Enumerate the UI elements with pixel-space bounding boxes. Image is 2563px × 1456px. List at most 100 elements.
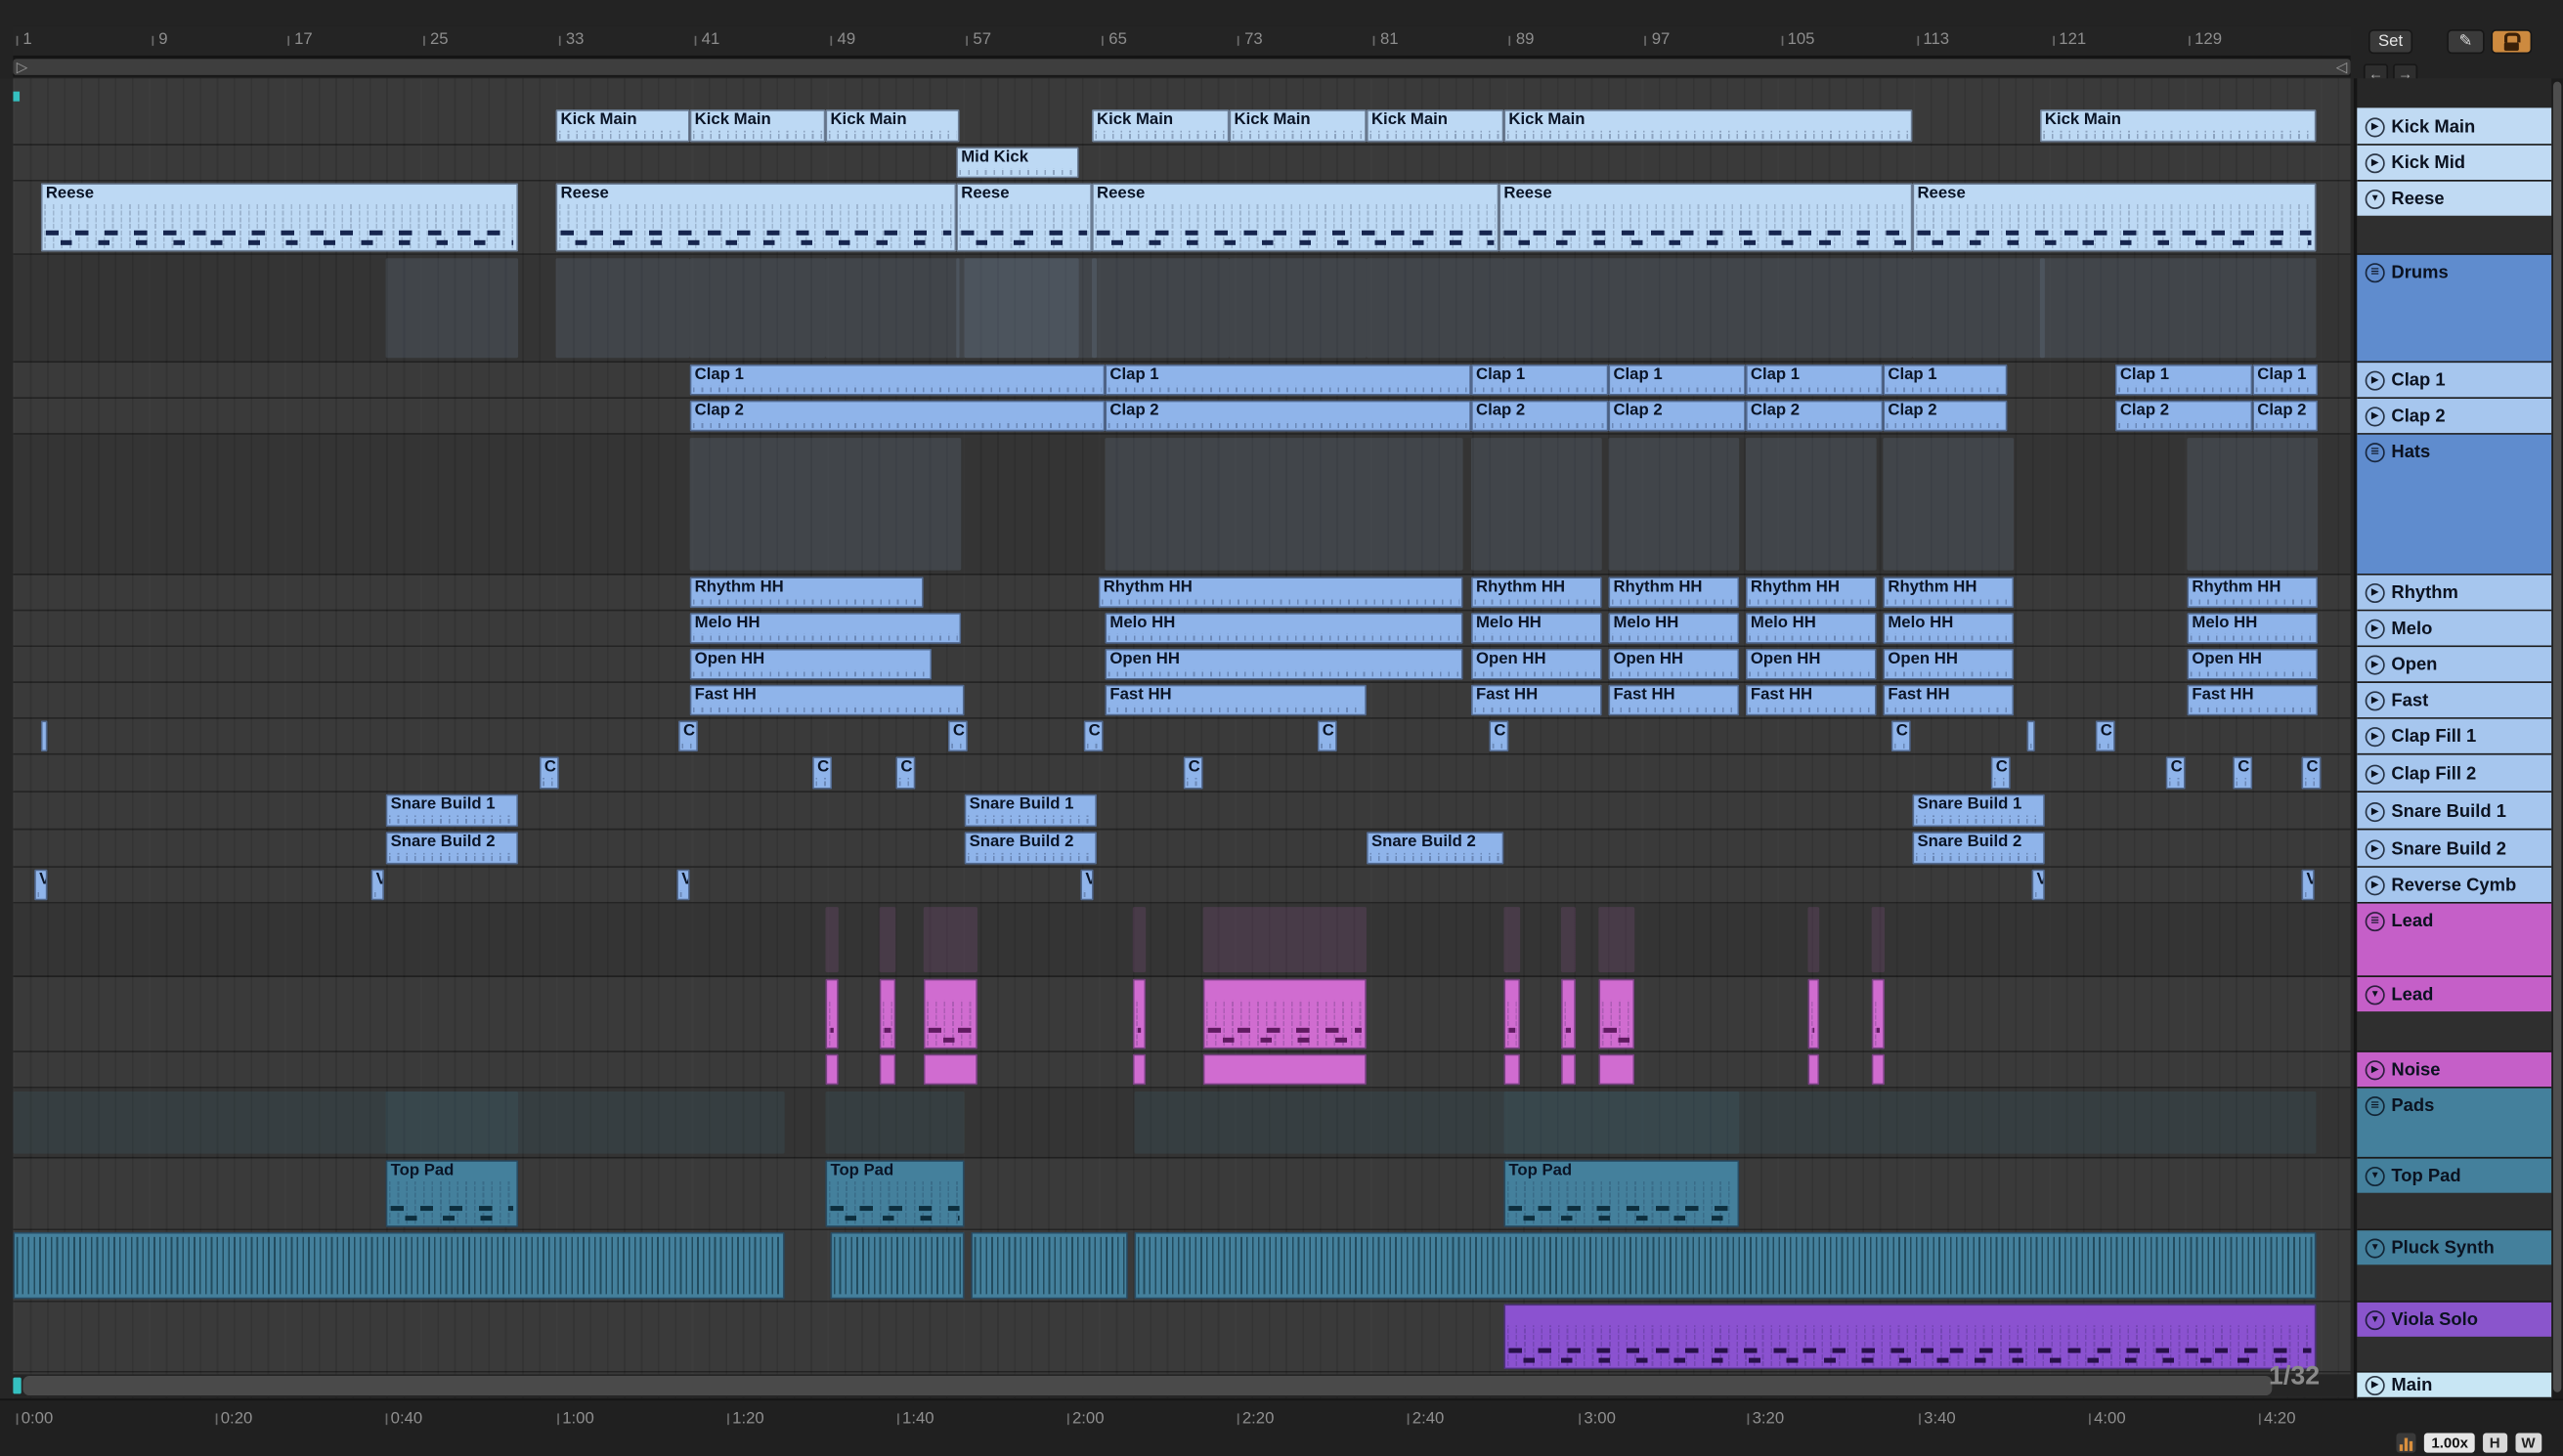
- clip-clap-fill-2[interactable]: C: [1183, 756, 1203, 790]
- clip-fast[interactable]: Fast HH: [1105, 684, 1367, 716]
- fit-width-button[interactable]: W: [2514, 1433, 2542, 1453]
- clip-snare-build-2[interactable]: Snare Build 2: [964, 832, 1098, 865]
- track-header-drums[interactable]: ≡ Drums: [2357, 254, 2552, 364]
- play-icon[interactable]: ▶: [2365, 370, 2385, 391]
- lock-icon[interactable]: [2491, 29, 2533, 55]
- clip-noise[interactable]: [879, 1053, 896, 1086]
- clip-noise[interactable]: [1807, 1053, 1820, 1086]
- clip-fast[interactable]: Fast HH: [2187, 684, 2319, 716]
- lane-pads[interactable]: [13, 1088, 2351, 1159]
- track-header-open[interactable]: ▶ Open: [2357, 647, 2552, 683]
- track-header-clap-1[interactable]: ▶ Clap 1: [2357, 363, 2552, 400]
- scroll-right-handle-icon[interactable]: ◁: [2336, 58, 2348, 77]
- clip-snare-build-1[interactable]: Snare Build 1: [385, 793, 519, 828]
- clip-snare-build-2[interactable]: Snare Build 2: [1912, 832, 2045, 865]
- play-icon[interactable]: ▶: [2365, 691, 2385, 711]
- clip-clap-fill-1[interactable]: C: [1890, 720, 1911, 752]
- playback-speed-button[interactable]: 1.00x: [2424, 1433, 2475, 1453]
- clip-melo[interactable]: Melo HH: [1105, 613, 1463, 644]
- lane-reverse-cymb[interactable]: VVVVVV: [13, 868, 2350, 904]
- clip-noise[interactable]: [825, 1053, 839, 1086]
- clip-snare-build-1[interactable]: Snare Build 1: [1912, 793, 2045, 828]
- track-header-main[interactable]: ▶ Main: [2357, 1372, 2552, 1399]
- clip-open[interactable]: Open HH: [1608, 648, 1740, 680]
- clip-reese[interactable]: Reese: [1912, 183, 2317, 252]
- clip-clap-fill-2[interactable]: C: [1990, 756, 2011, 790]
- lane-snare-build-2[interactable]: Snare Build 2 Snare Build 2 Snare Build 2 S…: [13, 830, 2350, 867]
- track-header-pluck-synth[interactable]: ▼ Pluck Synth: [2357, 1230, 2552, 1303]
- play-icon[interactable]: ▶: [2365, 801, 2385, 822]
- play-icon[interactable]: ▶: [2365, 407, 2385, 427]
- play-icon[interactable]: ▶: [2365, 1060, 2385, 1081]
- clip-rhythm[interactable]: Rhythm HH: [689, 577, 924, 609]
- clip-noise[interactable]: [1871, 1053, 1886, 1086]
- clip-reverse-cymb[interactable]: V: [676, 869, 690, 901]
- clip-clap-2[interactable]: Clap 2: [1105, 400, 1471, 432]
- clip-melo[interactable]: Melo HH: [1883, 613, 2015, 644]
- clip-kick-main[interactable]: Kick Main: [1503, 109, 1913, 143]
- clip-snare-build-2[interactable]: Snare Build 2: [1366, 832, 1504, 865]
- clip-lead[interactable]: [1132, 978, 1147, 1049]
- scroll-left-handle-icon[interactable]: ▷: [17, 58, 28, 77]
- clip-rhythm[interactable]: Rhythm HH: [2187, 577, 2319, 609]
- clip-clap-2[interactable]: Clap 2: [1470, 400, 1609, 432]
- clip-clap-fill-2[interactable]: C: [895, 756, 916, 790]
- clip-reese[interactable]: Reese: [555, 183, 957, 252]
- lane-lead[interactable]: [13, 977, 2350, 1052]
- track-header-hats[interactable]: ≡ Hats: [2357, 434, 2552, 576]
- track-header-viola-solo[interactable]: ▼ Viola Solo: [2357, 1302, 2552, 1373]
- lane-lead-group[interactable]: [13, 903, 2351, 977]
- clip-melo[interactable]: Melo HH: [689, 613, 962, 644]
- clip-clap-2[interactable]: Clap 2: [1883, 400, 2008, 432]
- play-icon[interactable]: ▶: [2365, 1375, 2385, 1396]
- clip-clap-1[interactable]: Clap 1: [1470, 364, 1609, 396]
- clip-open[interactable]: Open HH: [1745, 648, 1877, 680]
- clip-clap-fill-1[interactable]: C: [677, 720, 699, 752]
- vertical-scroll-thumb[interactable]: [2552, 81, 2562, 1392]
- play-icon[interactable]: ▶: [2365, 116, 2385, 137]
- clip-reese[interactable]: Reese: [956, 183, 1093, 252]
- group-icon[interactable]: ≡: [2365, 1095, 2385, 1116]
- clip-snare-build-2[interactable]: Snare Build 2: [385, 832, 519, 865]
- track-header-reverse-cymb[interactable]: ▶ Reverse Cymb: [2357, 867, 2552, 904]
- arrangement-area[interactable]: Kick Main Kick Main Kick Main Kick Main Kick…: [13, 78, 2351, 1399]
- clip-clap-fill-2[interactable]: C: [2301, 756, 2322, 790]
- clip-kick-main[interactable]: Kick Main: [689, 109, 826, 143]
- clip-noise[interactable]: [1202, 1053, 1367, 1086]
- lane-clap-2[interactable]: Clap 2 Clap 2 Clap 2 Clap 2 Clap 2 Clap 2 Clap…: [13, 399, 2350, 435]
- clip-clap-2[interactable]: Clap 2: [2252, 400, 2319, 432]
- clip-rhythm[interactable]: Rhythm HH: [1608, 577, 1740, 609]
- clip-clap-1[interactable]: Clap 1: [2252, 364, 2319, 396]
- track-header-snare-build-1[interactable]: ▶ Snare Build 1: [2357, 792, 2552, 831]
- fit-height-button[interactable]: H: [2483, 1433, 2507, 1453]
- fold-icon[interactable]: ▼: [2365, 984, 2385, 1005]
- clip-clap-fill-2[interactable]: C: [2165, 756, 2186, 790]
- clip-lead[interactable]: [1598, 978, 1635, 1049]
- track-header-fast[interactable]: ▶ Fast: [2357, 682, 2552, 719]
- clip-kick-main[interactable]: Kick Main: [1092, 109, 1230, 143]
- overview-scroll-strip[interactable]: ▷ ◁: [13, 57, 2351, 77]
- lane-snare-build-1[interactable]: Snare Build 1 Snare Build 1 Snare Build 1: [13, 792, 2350, 830]
- clip-fast[interactable]: Fast HH: [1883, 684, 2015, 716]
- clip-top-pad[interactable]: Top Pad: [385, 1160, 519, 1227]
- clip-kick-mid[interactable]: Mid Kick: [956, 147, 1079, 179]
- lane-rhythm[interactable]: Rhythm HH Rhythm HH Rhythm HH Rhythm HH Rhyt…: [13, 576, 2350, 612]
- clip-open[interactable]: Open HH: [2187, 648, 2319, 680]
- track-header-lead-group[interactable]: ≡ Lead: [2357, 903, 2552, 977]
- clip-reverse-cymb[interactable]: V: [34, 869, 48, 901]
- lane-clap-1[interactable]: Clap 1 Clap 1 Clap 1 Clap 1 Clap 1 Clap 1 Clap…: [13, 363, 2350, 399]
- play-icon[interactable]: ▶: [2365, 153, 2385, 174]
- clip-noise[interactable]: [1598, 1053, 1635, 1086]
- clip-clap-1[interactable]: Clap 1: [1745, 364, 1884, 396]
- clip-fast[interactable]: Fast HH: [689, 684, 965, 716]
- clip-reverse-cymb[interactable]: V: [2031, 869, 2045, 901]
- clip-lead[interactable]: [1503, 978, 1521, 1049]
- play-icon[interactable]: ▶: [2365, 655, 2385, 675]
- fold-icon[interactable]: ▼: [2365, 1309, 2385, 1330]
- fold-icon[interactable]: ▼: [2365, 1237, 2385, 1258]
- clip-clap-fill-1[interactable]: C: [1083, 720, 1104, 752]
- clip-top-pad[interactable]: Top Pad: [825, 1160, 965, 1227]
- bar-ruler[interactable]: 1 9 17 25 33 41 49 57 65 73 81 89 97 105 113 121 129: [13, 25, 2351, 58]
- clip-rhythm[interactable]: Rhythm HH: [1098, 577, 1463, 609]
- clip-clap-fill-1[interactable]: C: [2095, 720, 2115, 752]
